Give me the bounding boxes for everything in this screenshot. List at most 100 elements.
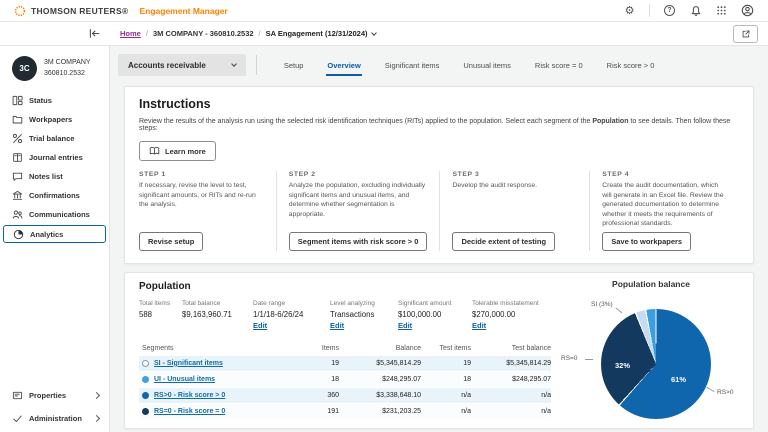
step-title: STEP 4 <box>602 171 630 178</box>
pie-callout-rs-gt-0: RS>0 <box>717 389 734 396</box>
step-text: If necessary, revise the level to test, … <box>139 182 256 209</box>
sidebar-item-trial-balance[interactable]: Trial balance <box>0 129 109 148</box>
tab-bar-divider <box>255 55 257 75</box>
checkmark-icon <box>12 413 23 424</box>
revise-setup-button[interactable]: Revise setup <box>139 232 204 251</box>
edit-level-link[interactable]: Edit <box>330 320 398 331</box>
bank-icon <box>12 190 23 201</box>
step-2: STEP 2 Analyze the population, excluding… <box>275 171 440 251</box>
tab-risk-score-gt-0[interactable]: Risk score > 0 <box>606 57 656 76</box>
edit-date-range-link[interactable]: Edit <box>253 320 330 331</box>
sidebar-item-label: Confirmations <box>29 191 80 200</box>
step-text: Create the audit documentation, which wi… <box>602 182 724 228</box>
client-avatar: 3C <box>12 56 37 81</box>
main-content: Accounts receivable Setup Overview Signi… <box>110 46 768 432</box>
journal-book-icon <box>12 152 23 163</box>
pie-label-32: 32% <box>615 361 631 370</box>
instructions-title: Instructions <box>139 97 211 111</box>
chevron-down-icon <box>230 61 237 67</box>
folder-icon <box>12 114 23 125</box>
step-1: STEP 1 If necessary, revise the level to… <box>139 171 276 251</box>
app-name: Engagement Manager <box>139 5 228 16</box>
tab-unusual-items[interactable]: Unusual items <box>462 57 512 76</box>
step-title: STEP 1 <box>139 171 166 178</box>
tab-risk-score-eq-0[interactable]: Risk score = 0 <box>534 57 584 76</box>
sidebar-item-label: Workpapers <box>29 115 73 124</box>
population-balance-chart: Population balance 61% 32% SI (3%) RS=0 … <box>553 279 749 427</box>
top-app-bar: THOMSON REUTERS® Engagement Manager ⚙ ? <box>0 0 768 22</box>
segment-link-rs-gt-0[interactable]: RS>0 - Risk score > 0 <box>154 392 225 399</box>
app-launcher-waffle-icon[interactable] <box>715 4 728 17</box>
chart-title: Population balance <box>612 279 690 289</box>
table-row-unusual-items: UI - Unusual items 18 $248,295.07 18 $24… <box>139 371 551 387</box>
sidebar-item-status[interactable]: Status <box>0 91 109 110</box>
collapse-panel-icon[interactable] <box>88 27 102 41</box>
segment-dot-ui <box>142 375 149 383</box>
table-row-significant-items: SI - Significant items 19 $5,345,814.29 … <box>139 355 551 371</box>
learn-more-book-icon <box>149 146 160 156</box>
sidebar-item-label: Trial balance <box>29 134 75 143</box>
client-name: 3M COMPANY <box>44 59 91 66</box>
pie-chart-icon <box>13 229 24 240</box>
sidebar-item-label: Journal entries <box>29 153 83 162</box>
tab-significant-items[interactable]: Significant items <box>384 57 441 76</box>
instructions-body: Review the results of the analysis run u… <box>139 118 731 132</box>
table-row-risk-gt-0: RS>0 - Risk score > 0 360 $3,338,648.10 … <box>139 387 551 403</box>
tab-setup[interactable]: Setup <box>283 57 305 76</box>
step-title: STEP 3 <box>452 171 480 178</box>
segment-dot-si <box>142 359 149 367</box>
account-person-icon[interactable] <box>741 4 754 17</box>
sidebar-item-properties[interactable]: Properties <box>0 384 109 407</box>
stat-significant-amount: Significant amount $100,000.00 Edit <box>398 299 472 332</box>
tab-bar: Accounts receivable Setup Overview Signi… <box>118 52 768 76</box>
brand-name: THOMSON REUTERS® <box>31 5 129 16</box>
segment-link-ui[interactable]: UI - Unusual items <box>154 376 215 383</box>
account-area-dropdown[interactable]: Accounts receivable <box>118 54 246 76</box>
sidebar-item-communications[interactable]: Communications <box>0 205 109 224</box>
sidebar: 3C 3M COMPANY 360810.2532 Status Workpap… <box>0 46 110 432</box>
breadcrumb-home-link[interactable]: Home <box>120 29 141 38</box>
decide-extent-button[interactable]: Decide extent of testing <box>452 232 556 251</box>
breadcrumb-client[interactable]: 3M COMPANY - 360810.2532 <box>153 29 254 38</box>
sidebar-item-notes-list[interactable]: Notes list <box>0 167 109 186</box>
client-summary: 3C 3M COMPANY 360810.2532 <box>0 46 109 89</box>
breadcrumb-separator: / <box>258 29 261 38</box>
step-text: Develop the audit response. <box>452 182 538 189</box>
sidebar-item-label: Status <box>29 96 52 105</box>
segment-link-si[interactable]: SI - Significant items <box>154 360 223 367</box>
learn-more-button[interactable]: Learn more <box>139 141 216 161</box>
edit-significant-amount-link[interactable]: Edit <box>398 320 472 331</box>
stat-total-balance: Total balance $9,163,960.71 <box>182 300 232 319</box>
save-to-workpapers-button[interactable]: Save to workpapers <box>602 232 692 251</box>
sidebar-item-confirmations[interactable]: Confirmations <box>0 186 109 205</box>
pie-callout-si: SI (3%) <box>591 301 613 308</box>
help-icon[interactable]: ? <box>663 4 676 17</box>
sidebar-item-administration[interactable]: Administration <box>0 407 109 430</box>
open-in-new-window-button[interactable] <box>733 24 758 43</box>
step-3: STEP 3 Develop the audit response. Decid… <box>439 171 589 251</box>
sidebar-item-label: Analytics <box>30 229 64 239</box>
sidebar-item-journal-entries[interactable]: Journal entries <box>0 148 109 167</box>
sidebar-item-label: Notes list <box>29 172 63 181</box>
sidebar-item-workpapers[interactable]: Workpapers <box>0 110 109 129</box>
brand: THOMSON REUTERS® Engagement Manager <box>14 5 228 17</box>
topbar-divider <box>649 4 650 17</box>
trial-balance-icon <box>12 133 23 144</box>
people-icon <box>12 209 23 220</box>
breadcrumb-engagement-dropdown[interactable]: SA Engagement (12/31/2024) <box>266 29 377 38</box>
segments-table: Segments Items Balance Test items Test b… <box>139 345 551 419</box>
segment-link-rs-eq-0[interactable]: RS=0 - Risk score = 0 <box>154 408 225 415</box>
settings-gear-icon[interactable]: ⚙ <box>623 4 636 17</box>
breadcrumb-separator: / <box>145 29 148 38</box>
notifications-bell-icon[interactable] <box>689 4 702 17</box>
pie-callout-rs0: RS=0 <box>561 355 578 362</box>
sidebar-footer: Properties Administration <box>0 384 109 430</box>
segment-items-button[interactable]: Segment items with risk score > 0 <box>288 232 428 251</box>
sidebar-item-analytics[interactable]: Analytics <box>3 225 106 243</box>
chevron-right-icon <box>92 391 101 400</box>
sidebar-nav: Status Workpapers Trial balance Journal … <box>0 89 109 246</box>
step-text: Analyze the population, excluding indivi… <box>288 182 426 218</box>
chevron-right-icon <box>92 414 101 423</box>
tab-overview[interactable]: Overview <box>326 57 362 76</box>
breadcrumb: Home / 3M COMPANY - 360810.2532 / SA Eng… <box>120 29 377 38</box>
